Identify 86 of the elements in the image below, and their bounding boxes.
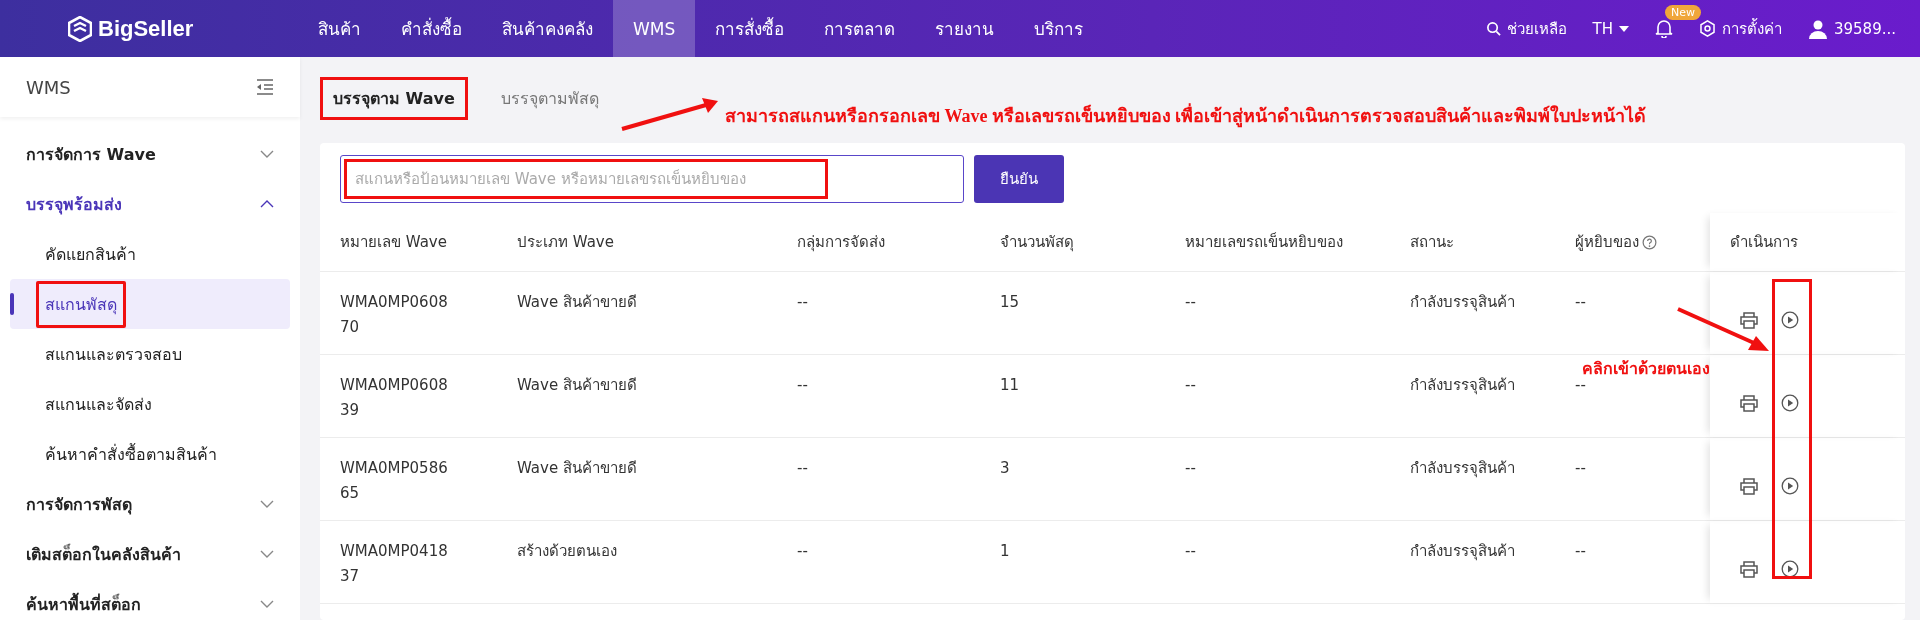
logo-icon <box>68 15 92 42</box>
user-icon <box>1807 18 1828 39</box>
play-icon[interactable] <box>1781 311 1799 329</box>
print-icon[interactable] <box>1740 394 1758 412</box>
table-cell: สร้างด้วยตนเอง <box>517 542 617 560</box>
chevron-icon <box>260 500 274 508</box>
table-cell: 3 <box>1000 459 1010 477</box>
sidebar-group[interactable]: ค้นหาพื้นที่สต็อก <box>0 579 300 620</box>
table-cell: -- <box>1185 459 1196 477</box>
column-header: สถานะ <box>1410 232 1455 253</box>
language-selector[interactable]: TH <box>1592 19 1629 38</box>
table-cell: -- <box>797 376 808 394</box>
table-cell: กำลังบรรจุสินค้า <box>1410 459 1515 477</box>
table-cell: -- <box>1575 459 1586 477</box>
help-link[interactable]: ช่วยเหลือ <box>1485 16 1567 41</box>
table-cell: -- <box>1185 542 1196 560</box>
print-icon[interactable] <box>1740 477 1758 495</box>
play-icon[interactable] <box>1781 394 1799 412</box>
sidebar-item[interactable]: ค้นหาคำสั่งซื้อตามสินค้า <box>10 429 290 479</box>
column-header: ประเภท Wave <box>517 232 615 253</box>
tab[interactable]: บรรจุตาม Wave <box>320 76 468 120</box>
nav-item[interactable]: สินค้า <box>298 0 381 57</box>
search-field[interactable]: สแกนหรือป้อนหมายเลข Wave หรือหมายเลขรถเข็นหยิบของ <box>340 155 964 203</box>
confirm-button[interactable]: ยืนยัน <box>974 155 1064 203</box>
nav-item[interactable]: คำสั่งซื้อ <box>381 0 482 57</box>
sidebar-group[interactable]: บรรจุพร้อมส่ง <box>0 179 300 229</box>
table-cell: -- <box>1575 542 1586 560</box>
table-cell: 15 <box>1000 293 1020 311</box>
sidebar-group[interactable]: การจัดการพัสดุ <box>0 479 300 529</box>
annotation-text: สามารถสแกนหรือกรอกเลข Wave หรือเลขรถเข็นหยิบของ เพื่อเข้าสู่หน้าดำเนินการตรวจสอบสินค้าและพิมพ์ใบปะหน้าได้ <box>725 101 1647 130</box>
print-icon[interactable] <box>1740 311 1758 329</box>
caret-icon <box>1618 25 1629 32</box>
table-cell: WMA0MP041837 <box>340 542 448 585</box>
column-header: ผู้หยิบของ <box>1575 213 1710 271</box>
column-header: หมายเลข Wave <box>340 232 448 253</box>
table-cell: WMA0MP060870 <box>340 293 448 336</box>
chevron-icon <box>260 200 274 208</box>
chevron-icon <box>260 550 274 558</box>
settings-link[interactable]: การตั้งค่า <box>1698 16 1782 41</box>
table-cell: Wave สินค้าขายดี <box>517 459 637 477</box>
table-cell: 11 <box>1000 376 1020 394</box>
column-header: หมายเลขรถเข็นหยิบของ <box>1185 231 1344 253</box>
sidebar-group[interactable]: เติมสต็อกในคลังสินค้า <box>0 529 300 579</box>
table-cell: กำลังบรรจุสินค้า <box>1410 376 1515 394</box>
table-cell: 1 <box>1000 542 1010 560</box>
sidebar-title: WMS <box>26 76 71 98</box>
table-cell: กำลังบรรจุสินค้า <box>1410 542 1515 560</box>
table-cell: -- <box>1185 293 1196 311</box>
search-icon <box>1485 21 1501 36</box>
sidebar-item[interactable]: คัดแยกสินค้า <box>10 229 290 279</box>
sidebar-group[interactable]: การจัดการ Wave <box>0 129 300 179</box>
new-badge: New <box>1664 5 1701 20</box>
sidebar-item[interactable]: สแกนพัสดุ <box>10 279 290 329</box>
chevron-icon <box>260 150 274 158</box>
logo-text[interactable]: BigSeller <box>98 15 194 42</box>
nav-item[interactable]: บริการ <box>1014 0 1104 57</box>
sidebar-item[interactable]: สแกนและตรวจสอบ <box>10 329 290 379</box>
table-cell: -- <box>797 293 808 311</box>
bell-icon[interactable] <box>1654 19 1673 38</box>
collapse-menu-icon[interactable] <box>256 79 274 95</box>
table-cell: -- <box>797 542 808 560</box>
user-menu[interactable]: 39589... <box>1807 18 1896 39</box>
table-cell: กำลังบรรจุสินค้า <box>1410 293 1515 311</box>
settings-icon <box>1698 20 1716 37</box>
column-header: ดำเนินการ <box>1710 213 1905 271</box>
table-cell: Wave สินค้าขายดี <box>517 293 637 311</box>
print-icon[interactable] <box>1740 560 1758 578</box>
tab[interactable]: บรรจุตามพัสดุ <box>487 76 612 120</box>
table-cell: -- <box>1575 293 1586 311</box>
nav-item[interactable]: การตลาด <box>804 0 916 57</box>
table-cell: WMA0MP058665 <box>340 459 448 502</box>
play-icon[interactable] <box>1781 560 1799 578</box>
chevron-icon <box>260 600 274 608</box>
table-cell: WMA0MP060839 <box>340 376 448 419</box>
nav-item[interactable]: การสั่งซื้อ <box>695 0 805 57</box>
play-icon[interactable] <box>1781 477 1799 495</box>
nav-item[interactable]: WMS <box>613 0 696 57</box>
table-cell: -- <box>797 459 808 477</box>
column-header: กลุ่มการจัดส่ง <box>797 232 886 254</box>
sidebar-item[interactable]: สแกนและจัดส่ง <box>10 379 290 429</box>
nav-item[interactable]: รายงาน <box>915 0 1015 57</box>
table-cell: Wave สินค้าขายดี <box>517 376 637 394</box>
column-header: จำนวนพัสดุ <box>1000 232 1075 254</box>
table-cell: -- <box>1185 376 1196 394</box>
nav-item[interactable]: สินค้าคงคลัง <box>482 0 613 57</box>
help-icon <box>1642 234 1657 250</box>
